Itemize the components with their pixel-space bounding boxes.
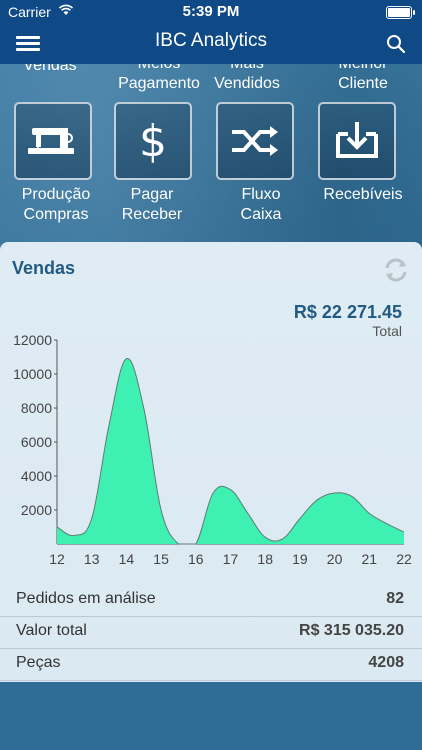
area-fill (57, 358, 404, 544)
y-tick-label: 2000 (21, 502, 52, 518)
x-tick-label: 17 (223, 551, 239, 567)
y-tick-label: 4000 (21, 468, 52, 484)
tile-label-meios-pagamento[interactable]: Meios Pagamento (109, 64, 209, 94)
summary-label: Pedidos em análise (16, 590, 156, 607)
x-tick-label: 22 (396, 551, 412, 567)
sewing-machine-icon (28, 128, 74, 154)
tile-label-pagar-receber[interactable]: Pagar Receber (97, 185, 207, 225)
tile-label-fluxo-caixa[interactable]: Fluxo Caixa (206, 185, 316, 225)
bottom-background (0, 682, 422, 750)
tile-label-vendas[interactable]: Vendas (0, 64, 100, 76)
total-value: R$ 22 271.45 (293, 302, 402, 322)
download-box-icon (336, 122, 378, 158)
y-tick-label: 8000 (21, 400, 52, 416)
x-tick-label: 18 (257, 551, 273, 567)
pagar-receber-button[interactable]: $ (114, 102, 192, 180)
svg-text:$: $ (139, 116, 167, 167)
summary-row-pedidos: Pedidos em análise 82 (0, 584, 422, 617)
summary-label: Valor total (16, 622, 87, 639)
refresh-icon[interactable] (380, 254, 412, 286)
x-tick-label: 16 (188, 551, 204, 567)
x-tick-label: 14 (119, 551, 135, 567)
summary-value: R$ 315 035.20 (299, 622, 404, 639)
y-tick-label: 10000 (13, 366, 52, 382)
summary-value: 82 (386, 590, 404, 607)
x-tick-label: 20 (327, 551, 343, 567)
x-tick-label: 19 (292, 551, 308, 567)
battery-icon (386, 6, 415, 19)
x-tick-label: 13 (84, 551, 100, 567)
status-time: 5:39 PM (182, 3, 240, 20)
sales-area-chart: 2000 4000 6000 8000 10000 12000 12 13 14 15 16 17 18… (13, 332, 412, 567)
x-tick-label: 15 (153, 551, 169, 567)
shuffle-icon (232, 126, 278, 156)
x-tick-label: 12 (49, 551, 65, 567)
y-tick-label: 6000 (21, 434, 52, 450)
search-icon[interactable] (386, 34, 406, 54)
card-title: Vendas (12, 258, 76, 278)
dollar-icon: $ (139, 116, 167, 167)
producao-compras-button[interactable] (14, 102, 92, 180)
fluxo-caixa-button[interactable] (216, 102, 294, 180)
tile-label-mais-vendidos[interactable]: Mais Vendidos (197, 64, 297, 94)
recebiveis-button[interactable] (318, 102, 396, 180)
tile-label-recebiveis[interactable]: Recebíveis (308, 185, 418, 205)
y-tick-label: 12000 (13, 332, 52, 348)
x-tick-label: 21 (362, 551, 378, 567)
summary-row-valor-total: Valor total R$ 315 035.20 (0, 616, 422, 649)
summary-row-pecas: Peças 4208 (0, 648, 422, 681)
summary-value: 4208 (368, 654, 404, 671)
previous-row-labels: Vendas Meios Pagamento Mais Vendidos Mel… (0, 56, 422, 96)
status-bar: Carrier 5:39 PM (0, 0, 422, 24)
tile-label-producao-compras[interactable]: Produção Compras (1, 185, 111, 225)
tile-label-melhor-cliente[interactable]: Melhor Cliente (313, 64, 413, 94)
summary-label: Peças (16, 654, 61, 671)
app-title: IBC Analytics (155, 30, 267, 51)
